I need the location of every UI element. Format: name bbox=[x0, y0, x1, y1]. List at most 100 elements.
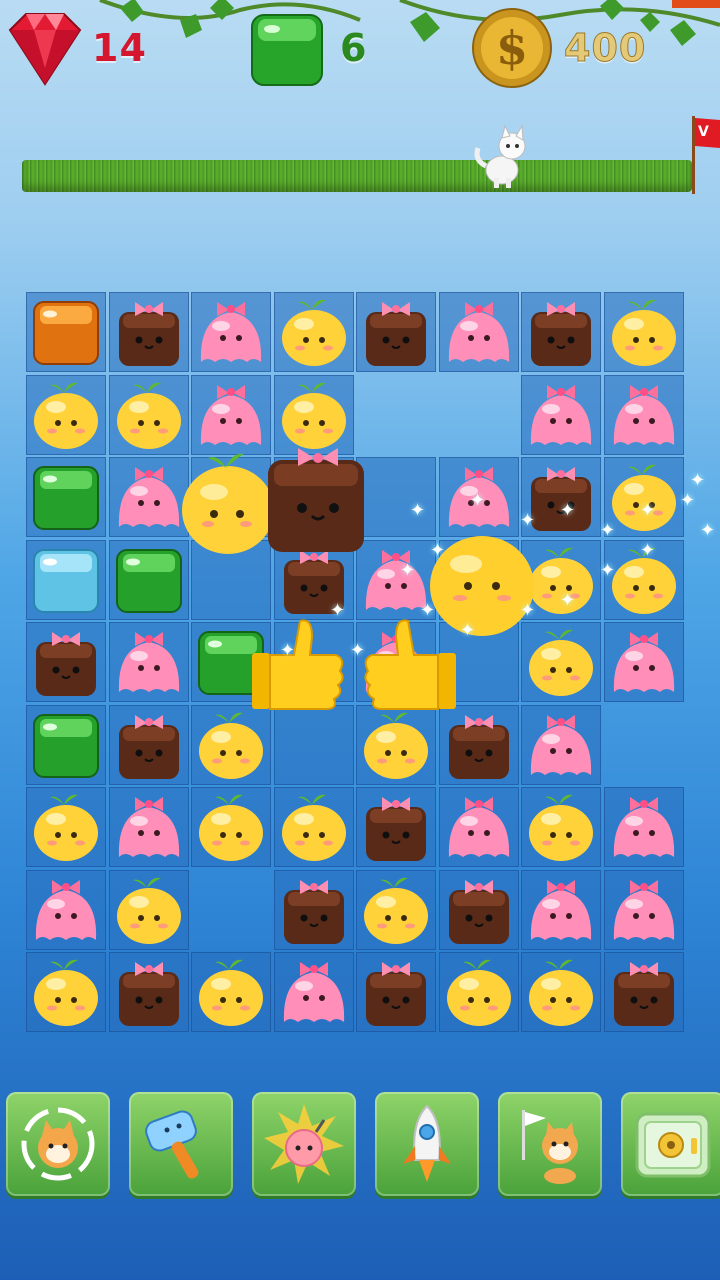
chocolate-cube-piece[interactable] bbox=[439, 705, 519, 785]
sparkle-icon: ✦ bbox=[560, 500, 576, 521]
red-goal-flag-icon: V bbox=[692, 116, 720, 194]
sparkle-icon: ✦ bbox=[600, 520, 616, 541]
chocolate-cube-piece[interactable] bbox=[356, 952, 436, 1032]
pink-jelly-piece[interactable] bbox=[521, 705, 601, 785]
pink-jelly-piece[interactable] bbox=[439, 787, 519, 867]
pink-jelly-piece[interactable] bbox=[604, 622, 684, 702]
yellow-chick-piece[interactable] bbox=[26, 787, 106, 867]
pink-jelly-piece[interactable] bbox=[274, 952, 354, 1032]
chocolate-cube-piece[interactable] bbox=[109, 292, 189, 372]
pink-jelly-piece[interactable] bbox=[521, 375, 601, 455]
pink-jelly-piece[interactable] bbox=[439, 292, 519, 372]
sparkle-icon: ✦ bbox=[410, 500, 426, 521]
hammer-booster-button[interactable] bbox=[129, 1092, 233, 1196]
chocolate-cube-piece[interactable] bbox=[356, 292, 436, 372]
yellow-chick-piece[interactable] bbox=[26, 375, 106, 455]
shiba-flag-icon bbox=[522, 1110, 578, 1184]
yellow-chick-piece[interactable] bbox=[521, 787, 601, 867]
chocolate-cube-piece[interactable] bbox=[109, 705, 189, 785]
jelly-counter: 6 bbox=[246, 8, 367, 88]
yellow-chick-piece[interactable] bbox=[109, 375, 189, 455]
ruby-counter: 14 bbox=[4, 8, 147, 88]
chocolate-cube-piece[interactable] bbox=[26, 622, 106, 702]
yellow-chick-piece[interactable] bbox=[604, 292, 684, 372]
ruby-count: 14 bbox=[92, 26, 147, 70]
yellow-chick-piece[interactable] bbox=[274, 292, 354, 372]
thumbs-up-icon bbox=[364, 619, 456, 710]
rocket-icon bbox=[403, 1104, 451, 1182]
bomb-blast-icon bbox=[264, 1104, 344, 1184]
yellow-chick-piece[interactable] bbox=[356, 705, 436, 785]
yellow-chick-piece[interactable] bbox=[439, 952, 519, 1032]
sparkle-icon: ✦ bbox=[640, 500, 656, 521]
pink-jelly-piece[interactable] bbox=[26, 870, 106, 950]
sparkle-icon: ✦ bbox=[700, 520, 716, 541]
svg-text:V: V bbox=[698, 124, 709, 140]
green-jelly-cube-piece[interactable] bbox=[109, 540, 189, 620]
yellow-chick-piece[interactable] bbox=[191, 705, 271, 785]
pink-jelly-piece[interactable] bbox=[191, 292, 271, 372]
yellow-chick-piece[interactable] bbox=[26, 952, 106, 1032]
yellow-chick-piece[interactable] bbox=[604, 457, 684, 537]
shuffle-booster-button[interactable] bbox=[6, 1092, 110, 1196]
level-progress-track bbox=[22, 160, 692, 192]
thumbs-up-icon bbox=[252, 619, 344, 710]
ruby-gem-icon bbox=[8, 13, 82, 86]
sparkle-icon: ✦ bbox=[520, 600, 536, 621]
sparkle-icon: ✦ bbox=[640, 540, 656, 561]
white-cat-icon bbox=[474, 124, 526, 188]
coin-count: 400 bbox=[563, 26, 647, 71]
game-board[interactable] bbox=[26, 292, 688, 1036]
pink-jelly-piece[interactable] bbox=[109, 622, 189, 702]
hammer-icon bbox=[145, 1110, 199, 1179]
chocolate-cube-piece[interactable] bbox=[439, 870, 519, 950]
pink-jelly-piece[interactable] bbox=[109, 787, 189, 867]
sparkle-icon: ✦ bbox=[420, 600, 436, 621]
sparkle-icon: ✦ bbox=[600, 560, 616, 581]
flag-booster-button[interactable] bbox=[498, 1092, 602, 1196]
pink-jelly-piece[interactable] bbox=[604, 787, 684, 867]
amber-jelly-cube-piece[interactable] bbox=[26, 292, 106, 372]
sparkle-icon: ✦ bbox=[400, 560, 416, 581]
yellow-chick-piece[interactable] bbox=[356, 870, 436, 950]
resource-bar: 14 6 $ 400 bbox=[0, 8, 720, 98]
jelly-count: 6 bbox=[340, 26, 368, 70]
svg-text:$: $ bbox=[496, 21, 528, 75]
green-jelly-cube-piece[interactable] bbox=[26, 457, 106, 537]
sparkle-icon: ✦ bbox=[350, 640, 366, 661]
pink-jelly-piece[interactable] bbox=[604, 870, 684, 950]
yellow-chick-piece[interactable] bbox=[191, 952, 271, 1032]
sparkle-icon: ✦ bbox=[520, 510, 536, 531]
coin-counter: $ 400 bbox=[470, 8, 646, 88]
yellow-chick-piece[interactable] bbox=[521, 952, 601, 1032]
sparkle-icon: ✦ bbox=[680, 490, 696, 511]
bomb-booster-button[interactable] bbox=[252, 1092, 356, 1196]
chocolate-cube-piece[interactable] bbox=[604, 952, 684, 1032]
pink-jelly-piece[interactable] bbox=[604, 375, 684, 455]
chocolate-cube-piece[interactable] bbox=[109, 952, 189, 1032]
chocolate-cube-piece[interactable] bbox=[274, 870, 354, 950]
yellow-chick-piece[interactable] bbox=[191, 787, 271, 867]
pink-jelly-piece[interactable] bbox=[109, 457, 189, 537]
sparkle-icon: ✦ bbox=[330, 600, 346, 621]
sparkle-icon: ✦ bbox=[560, 590, 576, 611]
safe-box-icon bbox=[635, 1112, 711, 1178]
dollar-coin-icon: $ bbox=[472, 8, 552, 88]
yellow-chick-piece[interactable] bbox=[274, 787, 354, 867]
pink-jelly-piece[interactable] bbox=[521, 870, 601, 950]
rocket-booster-button[interactable] bbox=[375, 1092, 479, 1196]
sparkle-icon: ✦ bbox=[460, 620, 476, 641]
green-jelly-cube-piece[interactable] bbox=[26, 705, 106, 785]
chocolate-cube-piece[interactable] bbox=[356, 787, 436, 867]
chocolate-cube-piece-enlarged bbox=[268, 448, 364, 552]
safe-booster-button[interactable] bbox=[621, 1092, 720, 1196]
blue-ice-cube-piece[interactable] bbox=[26, 540, 106, 620]
booster-bar bbox=[6, 1092, 720, 1198]
board-cell[interactable] bbox=[273, 704, 354, 785]
chocolate-cube-piece[interactable] bbox=[521, 292, 601, 372]
sparkle-icon: ✦ bbox=[280, 640, 296, 661]
sparkle-icon: ✦ bbox=[430, 540, 446, 561]
sparkle-icon: ✦ bbox=[470, 490, 486, 511]
yellow-chick-piece[interactable] bbox=[109, 870, 189, 950]
sparkle-icon: ✦ bbox=[690, 470, 706, 491]
